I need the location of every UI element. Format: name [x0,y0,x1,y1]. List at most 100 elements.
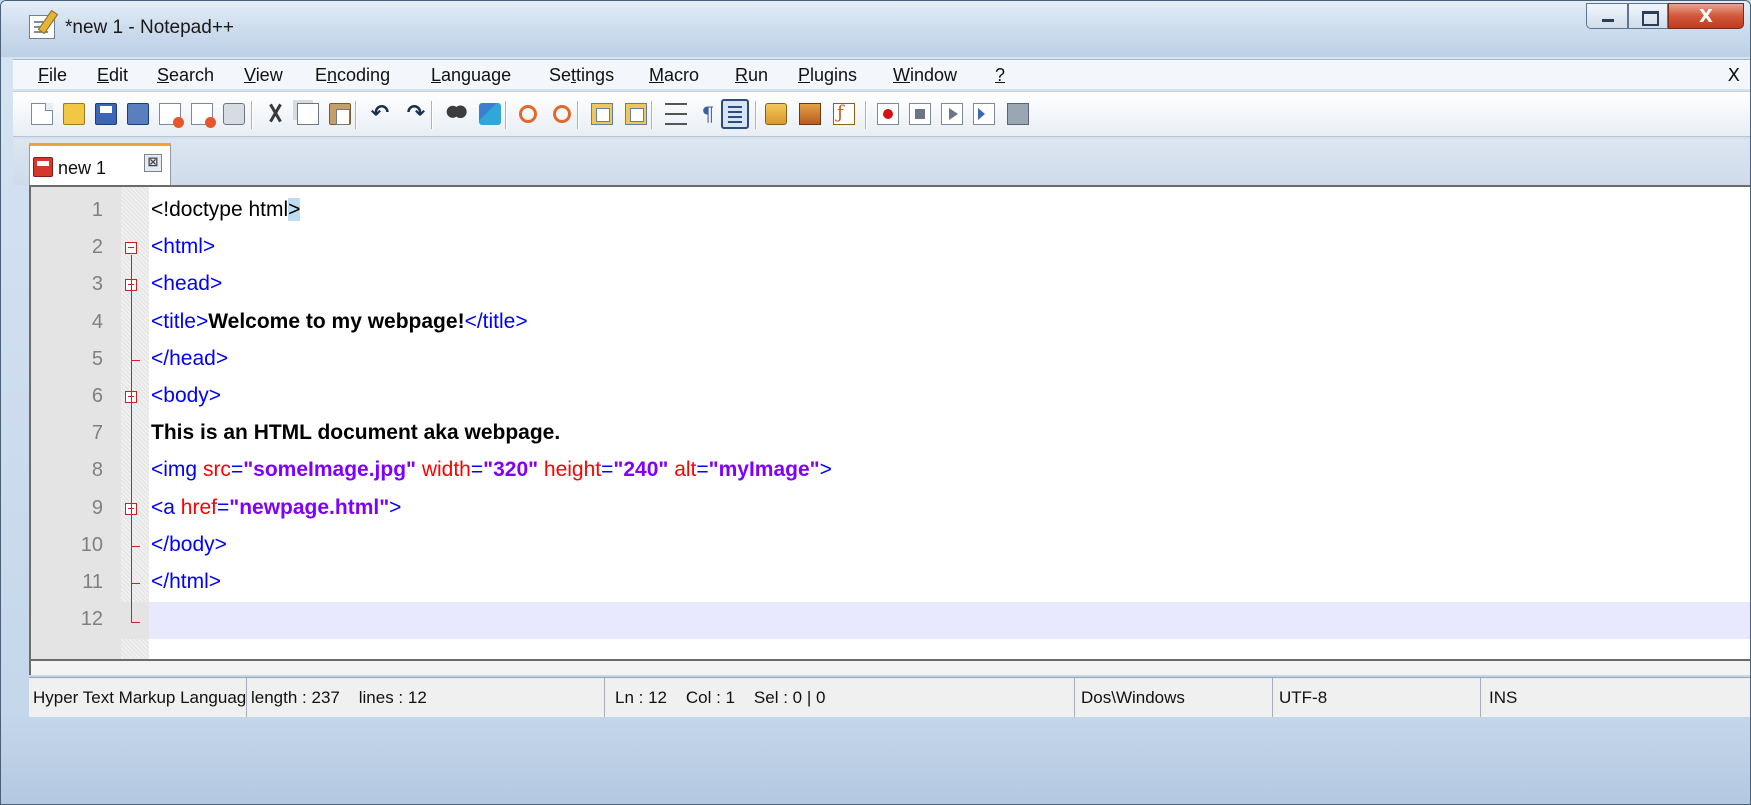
code-line[interactable]: 10 </body> [31,528,1750,565]
cut-icon[interactable] [265,103,287,125]
status-bar: Hyper Text Markup Language file length :… [29,677,1750,718]
code-text: <!doctype html> [151,198,301,221]
toolbar-separator [577,101,578,129]
code-text: </body> [151,532,227,556]
code-line[interactable]: 4 <title>Welcome to my webpage!</title> [31,305,1750,342]
fold-end-marker [131,622,140,624]
notepad-window: *new 1 - Notepad++ X X File Edit Search Vie… [0,0,1751,805]
menu-item-window[interactable]: Window [893,65,957,86]
toolbar-separator [251,101,252,129]
fold-end-marker [131,359,140,361]
close-window-button[interactable]: X [1668,3,1744,29]
menu-item-language[interactable]: Language [431,65,511,86]
minimize-button[interactable] [1586,3,1628,29]
toolbar-separator [651,101,652,129]
code-line[interactable]: 12 [31,602,1750,640]
close-all-icon[interactable] [191,103,216,128]
code-line[interactable]: 9 <a href="newpage.html"> [31,491,1750,528]
record-macro-icon[interactable] [877,103,899,125]
code-line[interactable]: 5 </head> [31,342,1750,379]
undo-icon[interactable]: ↶ [369,103,391,125]
line-number: 7 [91,422,103,445]
indent-guide-icon[interactable] [721,99,749,129]
menu-item-search[interactable]: Search [157,65,214,86]
toolbar-separator [431,101,432,129]
tab-bar: new 1 ⊠ [13,139,1750,185]
code-text: </head> [151,346,229,370]
fold-guide-line [131,255,132,623]
fold-toggle-icon[interactable] [125,242,137,255]
menu-bar: X File Edit Search View Encoding Language Sett… [13,59,1750,89]
replace-icon[interactable] [479,103,501,125]
menu-item-edit[interactable]: Edit [97,65,128,86]
status-encoding[interactable]: UTF-8 [1273,678,1481,718]
code-text: This is an HTML document aka webpage. [151,421,561,445]
close-icon[interactable] [159,103,184,128]
status-length-lines: length : 237 lines : 12 [247,678,605,718]
print-icon[interactable] [223,103,245,125]
code-text: </html> [151,570,222,593]
status-insert-mode[interactable]: INS [1481,678,1750,718]
menu-item-help[interactable]: ? [995,65,1005,86]
line-number: 5 [91,347,103,370]
menu-item-plugins[interactable]: Plugins [798,65,857,86]
user-language-icon[interactable] [765,103,787,125]
menu-item-macro[interactable]: Macro [649,65,699,86]
toolbar-separator [505,101,506,129]
code-line[interactable]: 1 <!doctype html> [31,193,1750,230]
find-icon[interactable] [445,103,467,125]
new-file-icon[interactable] [31,103,53,125]
tab-close-button[interactable]: ⊠ [144,154,162,172]
maximize-button[interactable] [1628,3,1668,29]
menu-item-encoding[interactable]: Encoding [315,65,390,86]
line-number: 8 [91,459,103,482]
status-position: Ln : 12 Col : 1 Sel : 0 | 0 [605,678,1075,718]
paste-icon[interactable] [329,103,351,125]
code-line[interactable]: 7 This is an HTML document aka webpage. [31,416,1750,453]
code-line[interactable]: 3 <head> [31,267,1750,304]
zoom-in-icon[interactable] [519,105,537,123]
code-line[interactable]: 6 <body> [31,379,1750,416]
save-all-icon[interactable] [127,103,149,125]
sync-vertical-icon[interactable] [591,103,613,125]
stop-recording-icon[interactable] [909,103,931,125]
code-text: <a href="newpage.html"> [151,495,402,519]
code-text: <head> [151,272,223,296]
menu-item-settings[interactable]: Settings [549,65,614,86]
status-eol-format[interactable]: Dos\Windows [1075,678,1273,718]
code-line[interactable]: 11 </html> [31,565,1750,602]
open-file-icon[interactable] [63,103,85,125]
status-language: Hyper Text Markup Language file [29,678,247,718]
menu-item-file[interactable]: File [38,65,67,86]
redo-icon[interactable]: ↷ [405,103,427,125]
line-number: 3 [91,273,103,296]
save-icon[interactable] [95,103,117,125]
line-number: 6 [91,385,103,407]
line-number: 11 [82,571,103,593]
run-macro-multiple-icon[interactable] [973,103,995,125]
code-line[interactable]: 2 <html> [31,230,1750,267]
playback-macro-icon[interactable] [941,103,963,125]
copy-icon[interactable] [297,103,319,125]
menu-item-run[interactable]: Run [735,65,768,86]
code-line[interactable]: 8 <img src="someImage.jpg" width="320" he… [31,453,1750,490]
code-text: <html> [151,235,216,259]
document-map-icon[interactable] [799,103,821,125]
sync-horizontal-icon[interactable] [625,103,647,125]
save-macro-icon[interactable] [1007,103,1029,125]
line-number: 12 [80,608,103,631]
tab-new-1[interactable]: new 1 ⊠ [29,143,171,185]
close-document-button[interactable]: X [1728,65,1740,86]
title-bar[interactable]: *new 1 - Notepad++ X [1,1,1750,57]
code-text: <body> [151,384,222,407]
menu-item-view[interactable]: View [244,65,283,86]
window-controls: X [1586,3,1744,29]
function-list-icon[interactable] [833,102,855,125]
word-wrap-icon[interactable] [665,103,687,125]
notepad-app-icon[interactable] [29,15,55,39]
toolbar-separator [865,101,866,129]
show-all-characters-icon[interactable]: ¶ [697,103,719,125]
zoom-out-icon[interactable] [553,105,571,123]
desktop-background [1,717,1750,804]
code-editor[interactable]: 1 <!doctype html> 2 <html> 3 <head> 4 <title>We… [29,185,1750,661]
